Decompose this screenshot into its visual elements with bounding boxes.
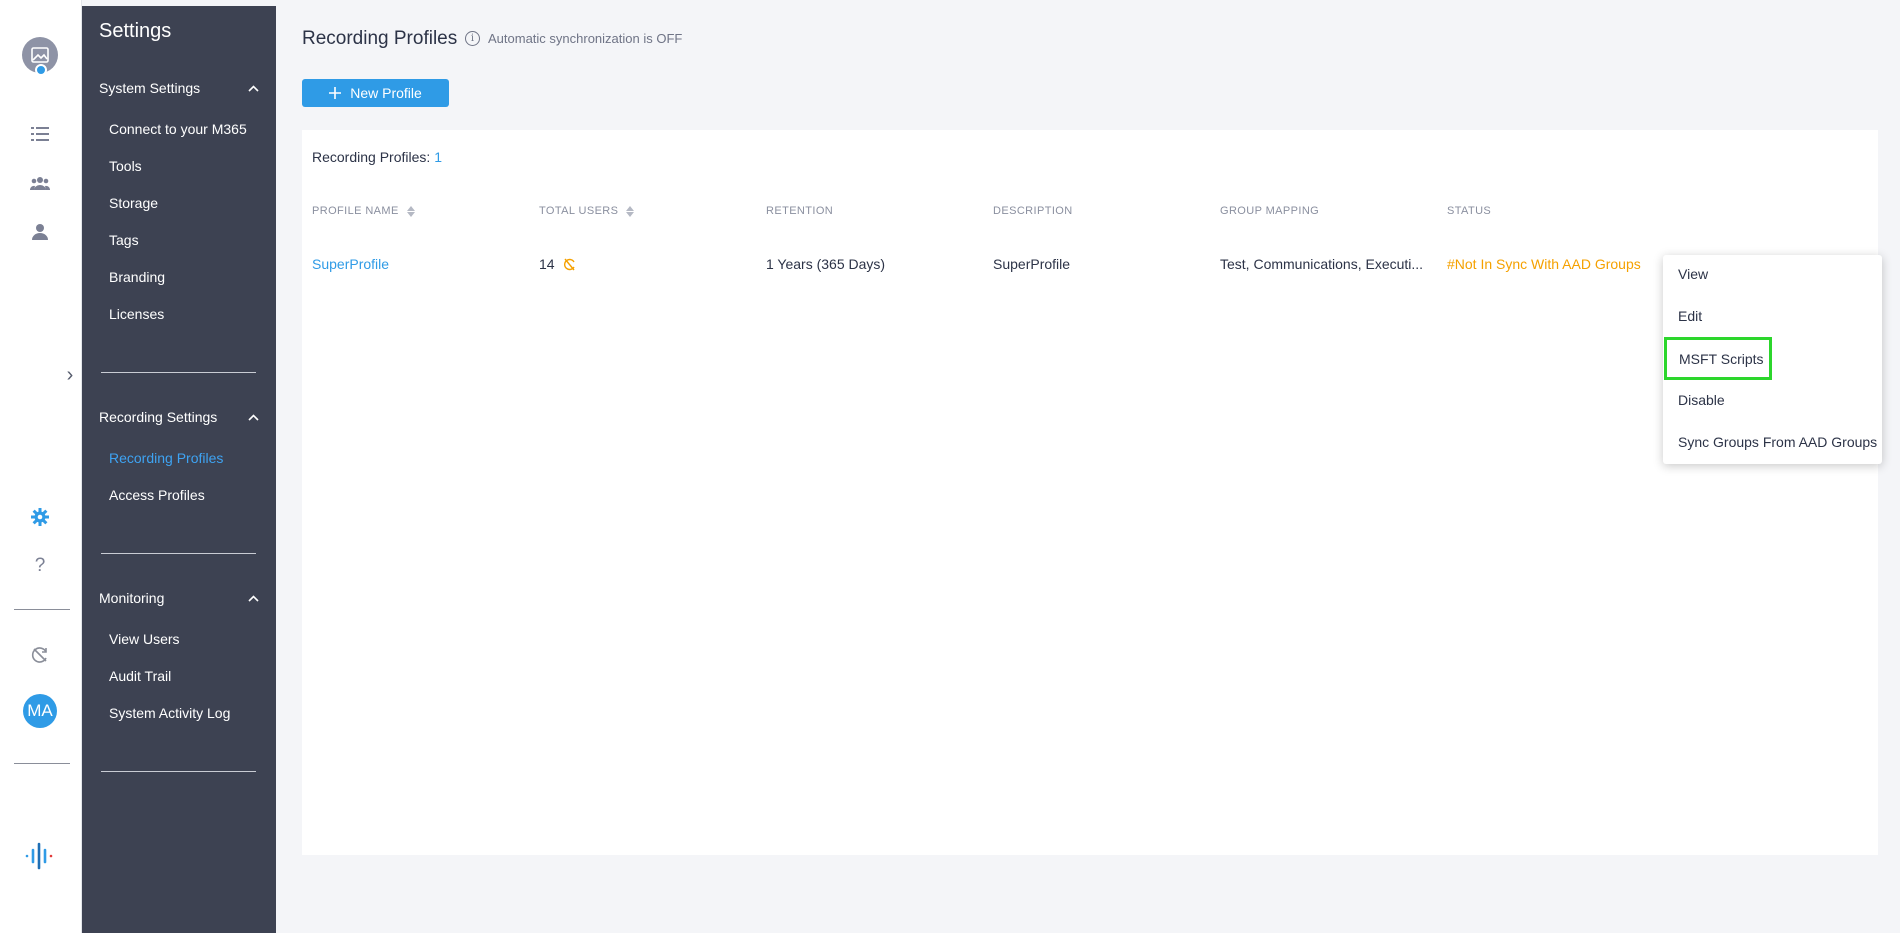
chevron-up-icon <box>248 413 259 421</box>
section-label: Monitoring <box>99 590 165 606</box>
row-actions-menu: View Edit MSFT Scripts Disable Sync Grou… <box>1663 255 1882 464</box>
settings-sidebar: Settings System Settings Connect to your… <box>82 6 276 933</box>
sidebar-item-audit-trail[interactable]: Audit Trail <box>109 668 171 684</box>
help-icon[interactable]: ? <box>0 555 80 577</box>
rail-divider <box>14 609 70 610</box>
list-icon[interactable] <box>0 126 80 142</box>
profiles-count: Recording Profiles: 1 <box>312 149 442 165</box>
image-avatar-icon[interactable] <box>0 37 80 76</box>
column-label: RETENTION <box>766 205 834 217</box>
sidebar-divider <box>101 553 256 554</box>
column-label: STATUS <box>1447 205 1492 217</box>
icon-rail: › ? MA <box>0 0 82 933</box>
sidebar-item-connect-m365[interactable]: Connect to your M365 <box>109 121 247 137</box>
sidebar-item-access-profiles[interactable]: Access Profiles <box>109 487 205 503</box>
section-monitoring[interactable]: Monitoring <box>99 590 259 606</box>
sidebar-item-recording-profiles[interactable]: Recording Profiles <box>109 450 223 466</box>
section-label: Recording Settings <box>99 409 218 425</box>
column-header-status: STATUS <box>1447 205 1491 217</box>
sidebar-item-branding[interactable]: Branding <box>109 269 165 285</box>
page-title: Recording Profiles <box>302 28 458 49</box>
avatar[interactable]: MA <box>0 694 80 728</box>
menu-item-edit[interactable]: Edit <box>1678 308 1702 324</box>
sort-icon[interactable] <box>406 205 415 217</box>
sidebar-item-licenses[interactable]: Licenses <box>109 306 164 322</box>
description-cell: SuperProfile <box>993 256 1071 272</box>
menu-item-sync-groups[interactable]: Sync Groups From AAD Groups <box>1678 434 1877 450</box>
plus-icon <box>329 87 342 99</box>
info-icon[interactable]: i <box>465 31 480 46</box>
sort-icon[interactable] <box>626 205 635 217</box>
new-profile-label: New Profile <box>350 85 422 101</box>
total-users-value: 14 <box>539 256 555 272</box>
column-header-description: DESCRIPTION <box>993 205 1073 217</box>
sync-status: i Automatic synchronization is OFF <box>465 31 682 46</box>
chevron-up-icon <box>248 84 259 92</box>
column-label: TOTAL USERS <box>539 205 619 217</box>
menu-item-msft-scripts[interactable]: MSFT Scripts <box>1664 337 1772 380</box>
section-system-settings[interactable]: System Settings <box>99 80 259 96</box>
user-initials: MA <box>23 694 57 728</box>
chevron-up-icon <box>248 594 259 602</box>
column-label: GROUP MAPPING <box>1220 205 1320 217</box>
column-label: PROFILE NAME <box>312 205 399 217</box>
menu-item-disable[interactable]: Disable <box>1678 392 1725 408</box>
gear-icon[interactable] <box>0 508 80 526</box>
retention-cell: 1 Years (365 Days) <box>766 256 886 272</box>
sidebar-item-tags[interactable]: Tags <box>109 232 139 248</box>
sidebar-item-tools[interactable]: Tools <box>109 158 142 174</box>
sidebar-item-storage[interactable]: Storage <box>109 195 158 211</box>
section-recording-settings[interactable]: Recording Settings <box>99 409 259 425</box>
column-header-retention: RETENTION <box>766 205 833 217</box>
profile-name-link[interactable]: SuperProfile <box>312 256 389 272</box>
column-header-profile-name[interactable]: PROFILE NAME <box>312 205 415 217</box>
group-icon[interactable] <box>0 175 80 191</box>
rail-divider <box>14 763 70 764</box>
section-label: System Settings <box>99 80 201 96</box>
column-header-group-mapping: GROUP MAPPING <box>1220 205 1319 217</box>
sidebar-item-system-activity-log[interactable]: System Activity Log <box>109 705 230 721</box>
sync-off-icon[interactable] <box>0 646 80 664</box>
group-mapping-cell: Test, Communications, Executi... <box>1220 256 1424 272</box>
sidebar-divider <box>101 372 256 373</box>
total-users-cell: 14 <box>539 256 576 272</box>
column-label: DESCRIPTION <box>993 205 1073 217</box>
sync-warning-icon <box>563 258 575 270</box>
profiles-table-card: Recording Profiles: 1 PROFILE NAME TOTAL … <box>302 130 1878 855</box>
new-profile-button[interactable]: New Profile <box>302 79 449 107</box>
logo-icon <box>0 842 80 870</box>
user-icon[interactable] <box>0 223 80 241</box>
count-label: Recording Profiles: <box>312 149 431 165</box>
sidebar-title: Settings <box>99 20 172 42</box>
menu-item-view[interactable]: View <box>1678 266 1708 282</box>
status-badge: #Not In Sync With AAD Groups <box>1447 256 1641 272</box>
sidebar-item-view-users[interactable]: View Users <box>109 631 180 647</box>
sidebar-divider <box>101 771 256 772</box>
sync-status-text: Automatic synchronization is OFF <box>488 31 683 46</box>
column-header-total-users[interactable]: TOTAL USERS <box>539 205 635 217</box>
count-value: 1 <box>434 149 443 165</box>
